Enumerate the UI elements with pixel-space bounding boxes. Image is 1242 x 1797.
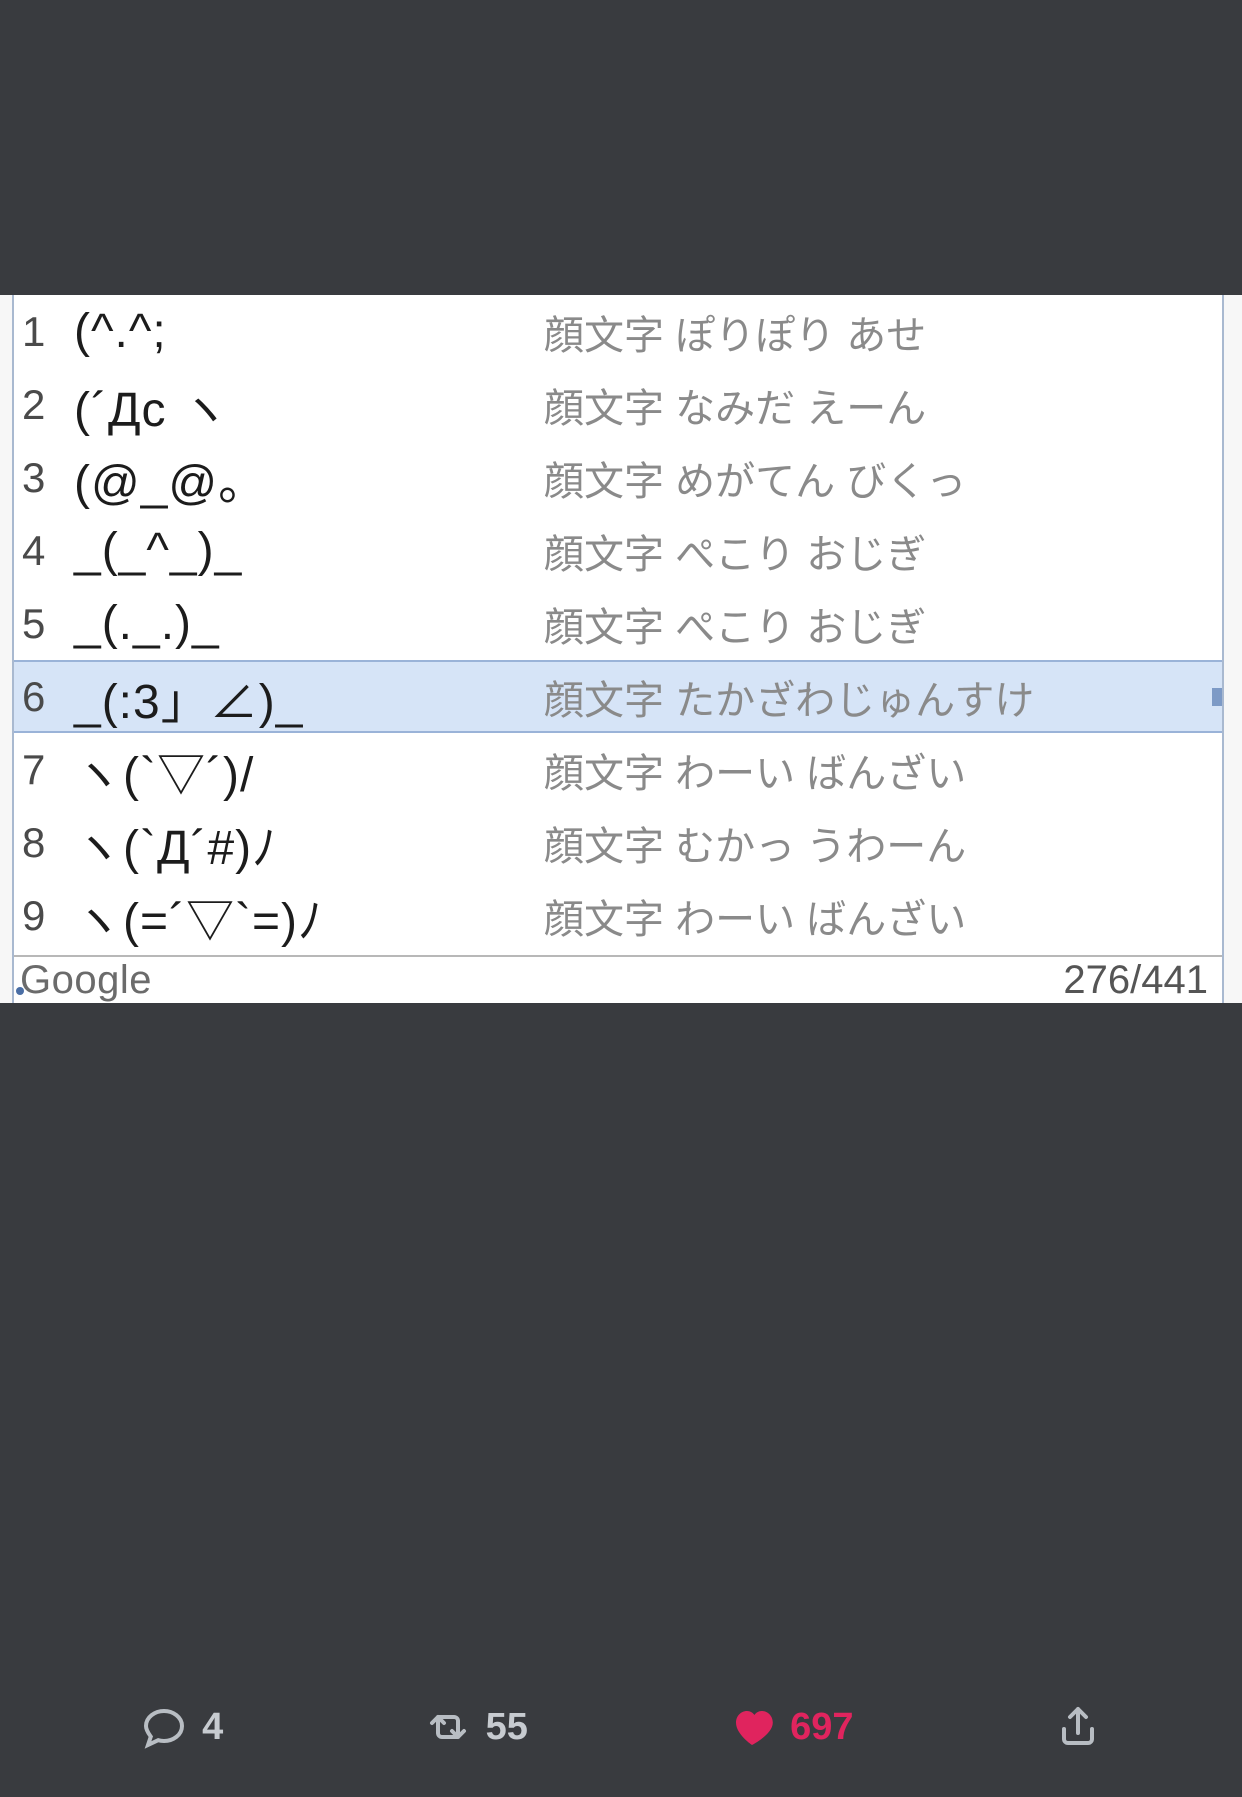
reply-icon bbox=[140, 1703, 188, 1751]
ime-candidate-text: (´Дc ヽ bbox=[74, 370, 544, 440]
ime-candidate-row[interactable]: 5_(._.)_顔文字 ぺこり おじぎ bbox=[14, 587, 1222, 660]
heart-icon bbox=[728, 1703, 776, 1751]
ime-candidate-text: _(:3」∠)_ bbox=[74, 662, 544, 732]
ime-candidate-text: (^.^; bbox=[74, 304, 544, 359]
retweet-icon bbox=[424, 1703, 472, 1751]
ime-candidate-description: 顔文字 わーい ばんざい bbox=[544, 741, 1222, 799]
like-button[interactable]: 697 bbox=[728, 1703, 853, 1751]
ime-candidate-number: 6 bbox=[14, 673, 74, 721]
ime-candidate-number: 2 bbox=[14, 381, 74, 429]
share-button[interactable] bbox=[1054, 1703, 1102, 1751]
ime-candidate-text: ヽ(`Д´#)ﾉ bbox=[74, 808, 544, 878]
ime-provider-label: Google bbox=[20, 958, 152, 1003]
ime-candidate-row[interactable]: 9ヽ(=´▽`=)ﾉ顔文字 わーい ばんざい bbox=[14, 879, 1222, 952]
ime-candidate-row[interactable]: 8ヽ(`Д´#)ﾉ顔文字 むかっ うわーん bbox=[14, 806, 1222, 879]
ime-candidate-description: 顔文字 なみだ えーん bbox=[544, 376, 1222, 434]
ime-candidate-description: 顔文字 わーい ばんざい bbox=[544, 887, 1222, 945]
ime-candidate-row[interactable]: 4_(_^_)_顔文字 ぺこり おじぎ bbox=[14, 514, 1222, 587]
ime-candidate-number: 9 bbox=[14, 892, 74, 940]
like-count: 697 bbox=[790, 1706, 853, 1749]
ime-candidate-row[interactable]: 6_(:3」∠)_顔文字 たかざわじゅんすけ bbox=[14, 660, 1222, 733]
ime-candidate-text: _(._.)_ bbox=[74, 596, 544, 651]
ime-status-bar: Google 276/441 bbox=[14, 955, 1222, 1003]
ime-counter: 276/441 bbox=[1063, 958, 1208, 1003]
ime-candidate-row[interactable]: 1(^.^;顔文字 ぽりぽり あせ bbox=[14, 295, 1222, 368]
retweet-button[interactable]: 55 bbox=[424, 1703, 528, 1751]
ime-candidate-description: 顔文字 ぺこり おじぎ bbox=[544, 595, 1222, 653]
reply-count: 4 bbox=[202, 1706, 223, 1749]
ime-candidate-text: (@_@。 bbox=[74, 443, 544, 513]
ime-candidate-number: 5 bbox=[14, 600, 74, 648]
ime-candidate-number: 4 bbox=[14, 527, 74, 575]
ime-candidate-number: 3 bbox=[14, 454, 74, 502]
ime-candidate-row[interactable]: 7ヽ(`▽´)/顔文字 わーい ばんざい bbox=[14, 733, 1222, 806]
ime-candidate-number: 8 bbox=[14, 819, 74, 867]
ime-candidate-row[interactable]: 3(@_@。顔文字 めがてん びくっ bbox=[14, 441, 1222, 514]
tweet-image[interactable]: 1(^.^;顔文字 ぽりぽり あせ2(´Дc ヽ顔文字 なみだ えーん3(@_@… bbox=[0, 295, 1242, 1003]
share-icon bbox=[1054, 1703, 1102, 1751]
ime-candidate-text: ヽ(`▽´)/ bbox=[74, 735, 544, 805]
ime-candidate-panel: 1(^.^;顔文字 ぽりぽり あせ2(´Дc ヽ顔文字 なみだ えーん3(@_@… bbox=[12, 295, 1224, 1003]
tweet-action-bar: 4 55 697 bbox=[0, 1677, 1242, 1797]
selection-handle-icon bbox=[1212, 688, 1222, 706]
ime-candidate-text: _(_^_)_ bbox=[74, 523, 544, 578]
ime-candidate-description: 顔文字 むかっ うわーん bbox=[544, 814, 1222, 872]
reply-button[interactable]: 4 bbox=[140, 1703, 223, 1751]
status-dot bbox=[16, 987, 24, 995]
retweet-count: 55 bbox=[486, 1706, 528, 1749]
ime-candidate-text: ヽ(=´▽`=)ﾉ bbox=[74, 881, 544, 951]
ime-candidate-number: 7 bbox=[14, 746, 74, 794]
ime-candidate-number: 1 bbox=[14, 308, 74, 356]
ime-candidate-description: 顔文字 ぺこり おじぎ bbox=[544, 522, 1222, 580]
ime-candidate-description: 顔文字 ぽりぽり あせ bbox=[544, 303, 1222, 361]
ime-candidate-description: 顔文字 めがてん びくっ bbox=[544, 449, 1222, 507]
ime-candidate-row[interactable]: 2(´Дc ヽ顔文字 なみだ えーん bbox=[14, 368, 1222, 441]
ime-candidate-description: 顔文字 たかざわじゅんすけ bbox=[544, 668, 1222, 726]
